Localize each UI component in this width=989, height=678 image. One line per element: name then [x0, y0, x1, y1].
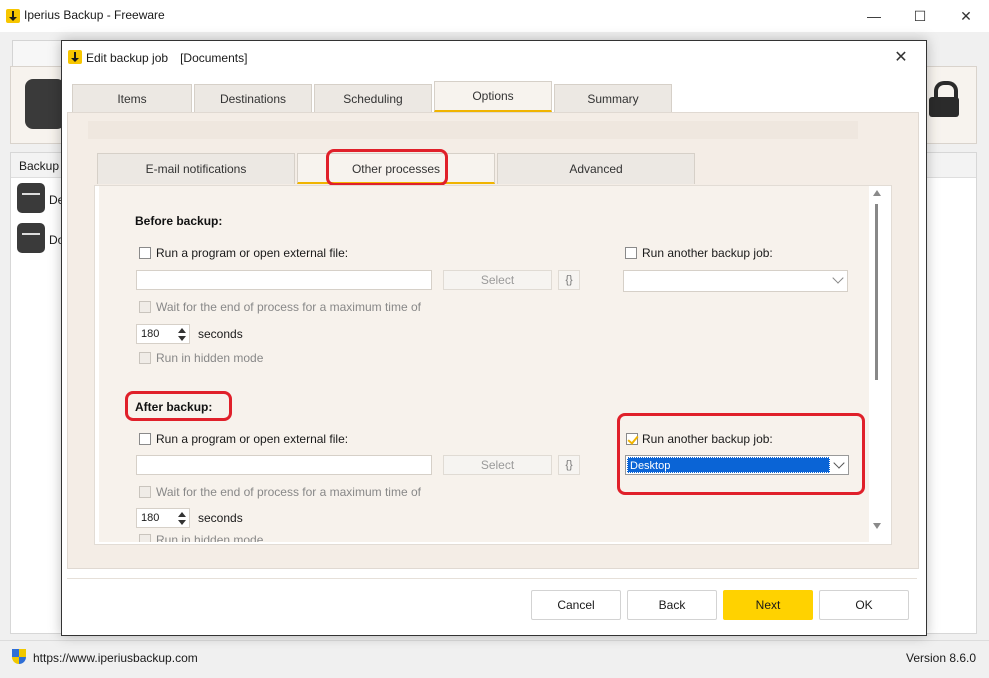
- stepper-up-icon[interactable]: [178, 512, 186, 517]
- main-close-button[interactable]: ✕: [943, 0, 989, 32]
- footer-separator: [67, 578, 917, 579]
- before-run-program-checkbox[interactable]: [139, 247, 151, 259]
- before-run-program-label: Run a program or open external file:: [156, 246, 349, 260]
- chevron-down-icon: [832, 272, 844, 284]
- scroll-down-icon[interactable]: [873, 523, 881, 529]
- edit-backup-job-dialog: Edit backup job [Documents] ✕ Items Desti…: [61, 40, 927, 636]
- highlight-other-processes: [326, 149, 448, 186]
- after-run-program-label: Run a program or open external file:: [156, 432, 349, 446]
- dialog-logo-icon: [68, 50, 82, 64]
- before-backup-title: Before backup:: [135, 214, 223, 228]
- after-hidden-mode-checkbox[interactable]: [139, 534, 151, 542]
- stepper-up-icon[interactable]: [178, 328, 186, 333]
- minimize-button[interactable]: —: [851, 0, 897, 32]
- before-wait-seconds-stepper[interactable]: 180: [136, 324, 190, 344]
- after-wait-checkbox[interactable]: [139, 486, 151, 498]
- before-wait-label: Wait for the end of process for a maximu…: [156, 300, 421, 314]
- before-hidden-mode-checkbox[interactable]: [139, 352, 151, 364]
- after-program-path-input[interactable]: [136, 455, 432, 475]
- stepper-down-icon[interactable]: [178, 520, 186, 525]
- ok-button[interactable]: OK: [819, 590, 909, 620]
- shield-icon: [12, 649, 26, 665]
- before-hidden-mode-label: Run in hidden mode: [156, 351, 264, 365]
- after-wait-label: Wait for the end of process for a maximu…: [156, 485, 421, 499]
- highlight-after-backup: [125, 391, 232, 421]
- stepper-down-icon[interactable]: [178, 336, 186, 341]
- cancel-button[interactable]: Cancel: [531, 590, 621, 620]
- next-button[interactable]: Next: [723, 590, 813, 620]
- highlight-run-another-job: [617, 413, 865, 495]
- tab-items[interactable]: Items: [72, 84, 192, 112]
- tab-scheduling[interactable]: Scheduling: [314, 84, 432, 112]
- lock-icon[interactable]: [929, 81, 959, 117]
- before-variables-button[interactable]: {}: [558, 270, 580, 290]
- statusbar: https://www.iperiusbackup.com Version 8.…: [0, 640, 989, 678]
- after-seconds-label: seconds: [198, 511, 243, 525]
- other-processes-panel: Before backup: Run a program or open ext…: [94, 185, 892, 545]
- before-seconds-label: seconds: [198, 327, 243, 341]
- tab-options[interactable]: Options: [434, 81, 552, 112]
- scrollbar-thumb[interactable]: [875, 204, 878, 380]
- after-wait-seconds-value: 180: [141, 512, 160, 524]
- backup-toolbar-icon[interactable]: [25, 79, 65, 129]
- subtab-email-notifications[interactable]: E-mail notifications: [97, 153, 295, 184]
- after-variables-button[interactable]: {}: [558, 455, 580, 475]
- back-button[interactable]: Back: [627, 590, 717, 620]
- dialog-title-text: Edit backup job: [86, 51, 169, 65]
- version-label: Version 8.6.0: [906, 651, 977, 665]
- after-select-button[interactable]: Select: [443, 455, 552, 475]
- before-select-button[interactable]: Select: [443, 270, 552, 290]
- dialog-job-name: [Documents]: [180, 51, 248, 65]
- main-titlebar: Iperius Backup - Freeware — ☐ ✕: [0, 0, 989, 32]
- tab-destinations[interactable]: Destinations: [194, 84, 312, 112]
- before-program-path-input[interactable]: [136, 270, 432, 290]
- dialog-close-button[interactable]: ✕: [886, 45, 916, 71]
- before-wait-seconds-value: 180: [141, 328, 160, 340]
- after-run-program-checkbox[interactable]: [139, 433, 151, 445]
- before-run-job-checkbox[interactable]: [625, 247, 637, 259]
- after-hidden-mode-label: Run in hidden mode: [156, 533, 264, 542]
- scroll-up-icon[interactable]: [873, 190, 881, 196]
- before-run-job-dropdown[interactable]: [623, 270, 848, 292]
- backup-job-icon: [17, 183, 45, 213]
- content-shade-strip: [88, 121, 858, 139]
- maximize-button[interactable]: ☐: [897, 0, 943, 32]
- main-window-title: Iperius Backup - Freeware: [24, 8, 165, 22]
- backup-job-icon: [17, 223, 45, 253]
- dialog-title: Edit backup job [Documents]: [86, 51, 247, 65]
- before-run-job-label: Run another backup job:: [642, 246, 773, 260]
- scroll-area[interactable]: Before backup: Run a program or open ext…: [99, 186, 869, 542]
- after-wait-seconds-stepper[interactable]: 180: [136, 508, 190, 528]
- website-link[interactable]: https://www.iperiusbackup.com: [33, 651, 198, 665]
- app-logo-icon: [6, 9, 20, 23]
- subtab-advanced[interactable]: Advanced: [497, 153, 695, 184]
- tab-summary[interactable]: Summary: [554, 84, 672, 112]
- before-wait-checkbox[interactable]: [139, 301, 151, 313]
